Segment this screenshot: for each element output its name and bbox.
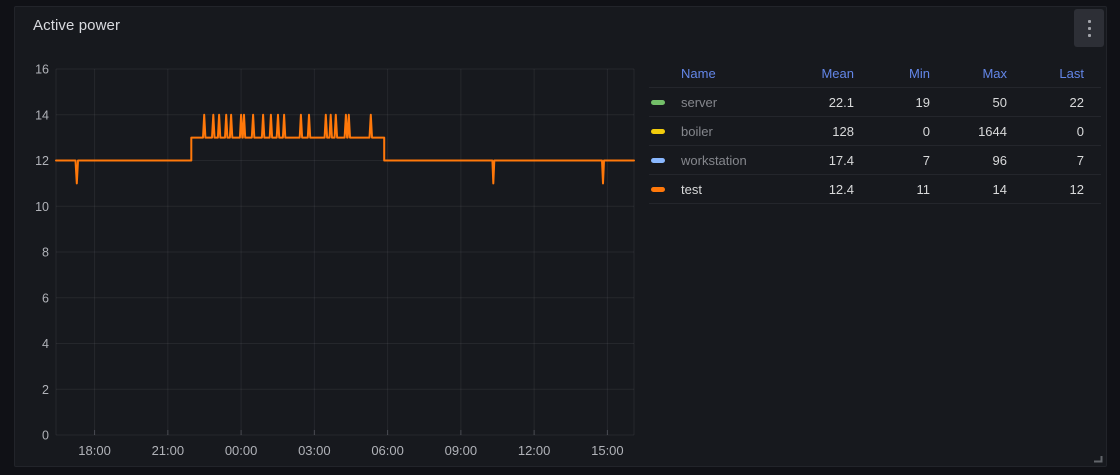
legend-last-value: 7: [1024, 153, 1101, 168]
legend-max-value: 50: [947, 95, 1024, 110]
legend-last-value: 0: [1024, 124, 1101, 139]
y-tick-label: 0: [42, 429, 49, 443]
y-tick-label: 10: [35, 200, 49, 214]
legend-min-value: 11: [871, 182, 947, 197]
legend-min-value: 19: [871, 95, 947, 110]
legend-header-max[interactable]: Max: [947, 66, 1024, 81]
x-tick-label: 21:00: [152, 443, 185, 458]
y-tick-label: 14: [35, 108, 49, 122]
legend-row-boiler[interactable]: boiler 128 0 1644 0: [649, 117, 1101, 146]
series-label: server: [681, 95, 717, 110]
legend-mean-value: 12.4: [795, 182, 871, 197]
legend-max-value: 96: [947, 153, 1024, 168]
legend-row-workstation[interactable]: workstation 17.4 7 96 7: [649, 146, 1101, 175]
series-label: workstation: [681, 153, 747, 168]
legend-header-row: Name Mean Min Max Last: [649, 59, 1101, 88]
legend-mean-value: 128: [795, 124, 871, 139]
x-tick-label: 12:00: [518, 443, 551, 458]
legend-series-name[interactable]: server: [649, 95, 795, 110]
legend-series-name[interactable]: workstation: [649, 153, 795, 168]
series-color-swatch: [651, 187, 665, 192]
y-tick-label: 6: [42, 291, 49, 305]
legend-row-server[interactable]: server 22.1 19 50 22: [649, 88, 1101, 117]
series-label: test: [681, 182, 702, 197]
x-tick-label: 09:00: [445, 443, 478, 458]
legend-min-value: 0: [871, 124, 947, 139]
y-tick-label: 2: [42, 383, 49, 397]
legend-header-min[interactable]: Min: [871, 66, 947, 81]
series-color-swatch: [651, 129, 665, 134]
legend-header-mean[interactable]: Mean: [795, 66, 871, 81]
series-color-swatch: [651, 158, 665, 163]
y-tick-label: 12: [35, 154, 49, 168]
panel-resize-handle[interactable]: [1092, 452, 1103, 463]
x-tick-label: 00:00: [225, 443, 258, 458]
legend-last-value: 22: [1024, 95, 1101, 110]
legend-last-value: 12: [1024, 182, 1101, 197]
y-tick-label: 4: [42, 337, 49, 351]
legend-mean-value: 17.4: [795, 153, 871, 168]
legend-row-test[interactable]: test 12.4 11 14 12: [649, 175, 1101, 204]
panel-active-power: Active power 024681012141618:0021:0000:0…: [14, 6, 1107, 467]
y-tick-label: 8: [42, 246, 49, 260]
x-tick-label: 18:00: [78, 443, 111, 458]
series-line-test: [56, 115, 634, 184]
y-tick-label: 16: [35, 63, 49, 77]
legend-max-value: 1644: [947, 124, 1024, 139]
legend-min-value: 7: [871, 153, 947, 168]
legend-max-value: 14: [947, 182, 1024, 197]
series-label: boiler: [681, 124, 713, 139]
x-tick-label: 06:00: [371, 443, 404, 458]
legend-header-last[interactable]: Last: [1024, 66, 1101, 81]
legend-series-name[interactable]: test: [649, 182, 795, 197]
legend-table: Name Mean Min Max Last server 22.1 19 50…: [649, 59, 1101, 204]
x-tick-label: 03:00: [298, 443, 331, 458]
legend-mean-value: 22.1: [795, 95, 871, 110]
legend-series-name[interactable]: boiler: [649, 124, 795, 139]
x-tick-label: 15:00: [591, 443, 624, 458]
legend-header-name[interactable]: Name: [649, 66, 795, 81]
series-color-swatch: [651, 100, 665, 105]
